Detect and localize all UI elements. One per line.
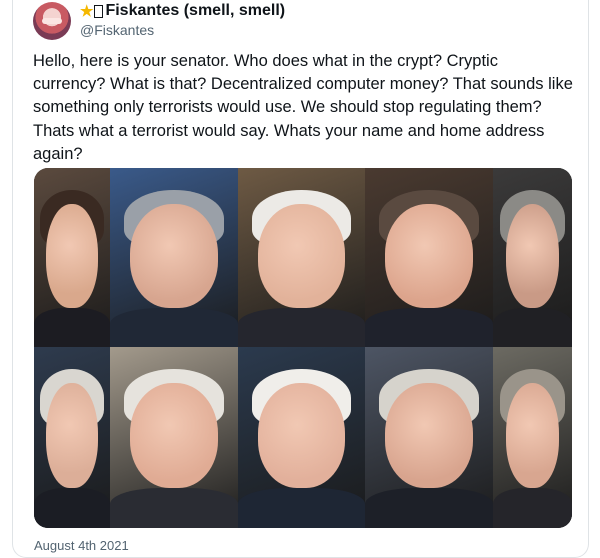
face bbox=[505, 203, 560, 308]
portrait-10[interactable] bbox=[493, 347, 572, 528]
face bbox=[46, 203, 98, 308]
portrait-3[interactable] bbox=[238, 168, 365, 347]
portrait-8[interactable] bbox=[238, 347, 365, 528]
suit bbox=[110, 488, 238, 528]
tweet-text: Hello, here is your senator. Who does wh… bbox=[33, 52, 573, 163]
tweet-date[interactable]: August 4th 2021 bbox=[34, 538, 129, 553]
suit bbox=[34, 488, 110, 528]
face bbox=[46, 383, 98, 489]
portrait-6[interactable] bbox=[34, 347, 110, 528]
portrait-4[interactable] bbox=[365, 168, 493, 347]
portrait-2[interactable] bbox=[110, 168, 238, 347]
suit bbox=[238, 307, 365, 347]
suit bbox=[110, 307, 238, 347]
box-glyph-icon bbox=[94, 4, 104, 18]
face bbox=[258, 203, 345, 308]
face bbox=[385, 203, 473, 308]
face bbox=[385, 383, 473, 489]
portrait-1[interactable] bbox=[34, 168, 110, 347]
suit bbox=[493, 488, 572, 528]
photo-grid[interactable] bbox=[34, 168, 572, 528]
display-name-row[interactable]: ★ Fiskantes (smell, smell) bbox=[80, 2, 285, 20]
avatar[interactable] bbox=[33, 2, 71, 40]
star-icon: ★ bbox=[80, 3, 94, 20]
suit bbox=[365, 488, 493, 528]
face bbox=[130, 203, 218, 308]
user-handle[interactable]: @Fiskantes bbox=[80, 22, 154, 38]
portrait-7[interactable] bbox=[110, 347, 238, 528]
suit bbox=[34, 307, 110, 347]
suit bbox=[365, 307, 493, 347]
suit bbox=[493, 307, 572, 347]
face bbox=[505, 383, 560, 489]
face bbox=[130, 383, 218, 489]
display-name: Fiskantes (smell, smell) bbox=[105, 2, 286, 19]
portrait-5[interactable] bbox=[493, 168, 572, 347]
suit bbox=[238, 488, 365, 528]
portrait-9[interactable] bbox=[365, 347, 493, 528]
face bbox=[258, 383, 345, 489]
